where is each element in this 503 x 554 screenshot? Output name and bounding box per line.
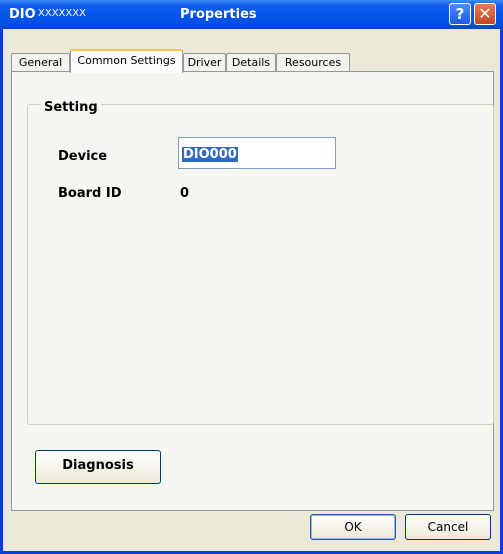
tab-details[interactable]: Details [226,53,276,72]
ok-button[interactable]: OK [310,514,396,540]
title-obscured-text: XXXXXXX [38,8,86,19]
properties-window: DIO XXXXXXX Properties ? ✕ General Commo… [0,0,503,554]
cancel-button[interactable]: Cancel [405,514,491,540]
close-button[interactable]: ✕ [474,3,496,25]
device-input[interactable]: DIO000 [178,137,336,169]
title-bar[interactable]: DIO XXXXXXX Properties ? ✕ [0,0,503,29]
tab-common-settings[interactable]: Common Settings [70,49,183,73]
setting-group-label: Setting [41,100,101,115]
tab-resources[interactable]: Resources [276,53,350,72]
board-id-label: Board ID [58,186,122,201]
device-input-value: DIO000 [182,147,238,162]
tab-driver[interactable]: Driver [183,53,226,72]
tab-general[interactable]: General [11,53,70,72]
window-title: Properties [180,7,257,22]
device-label: Device [58,149,108,164]
help-button[interactable]: ? [449,3,471,25]
board-id-value: 0 [180,186,190,201]
diagnosis-button[interactable]: Diagnosis [35,450,161,484]
title-prefix: DIO [9,7,36,22]
